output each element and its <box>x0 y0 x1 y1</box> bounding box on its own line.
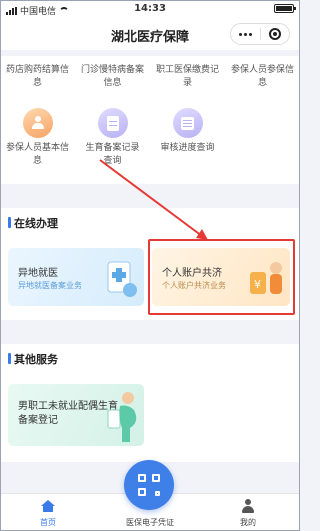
annotation-arrow <box>99 159 208 240</box>
